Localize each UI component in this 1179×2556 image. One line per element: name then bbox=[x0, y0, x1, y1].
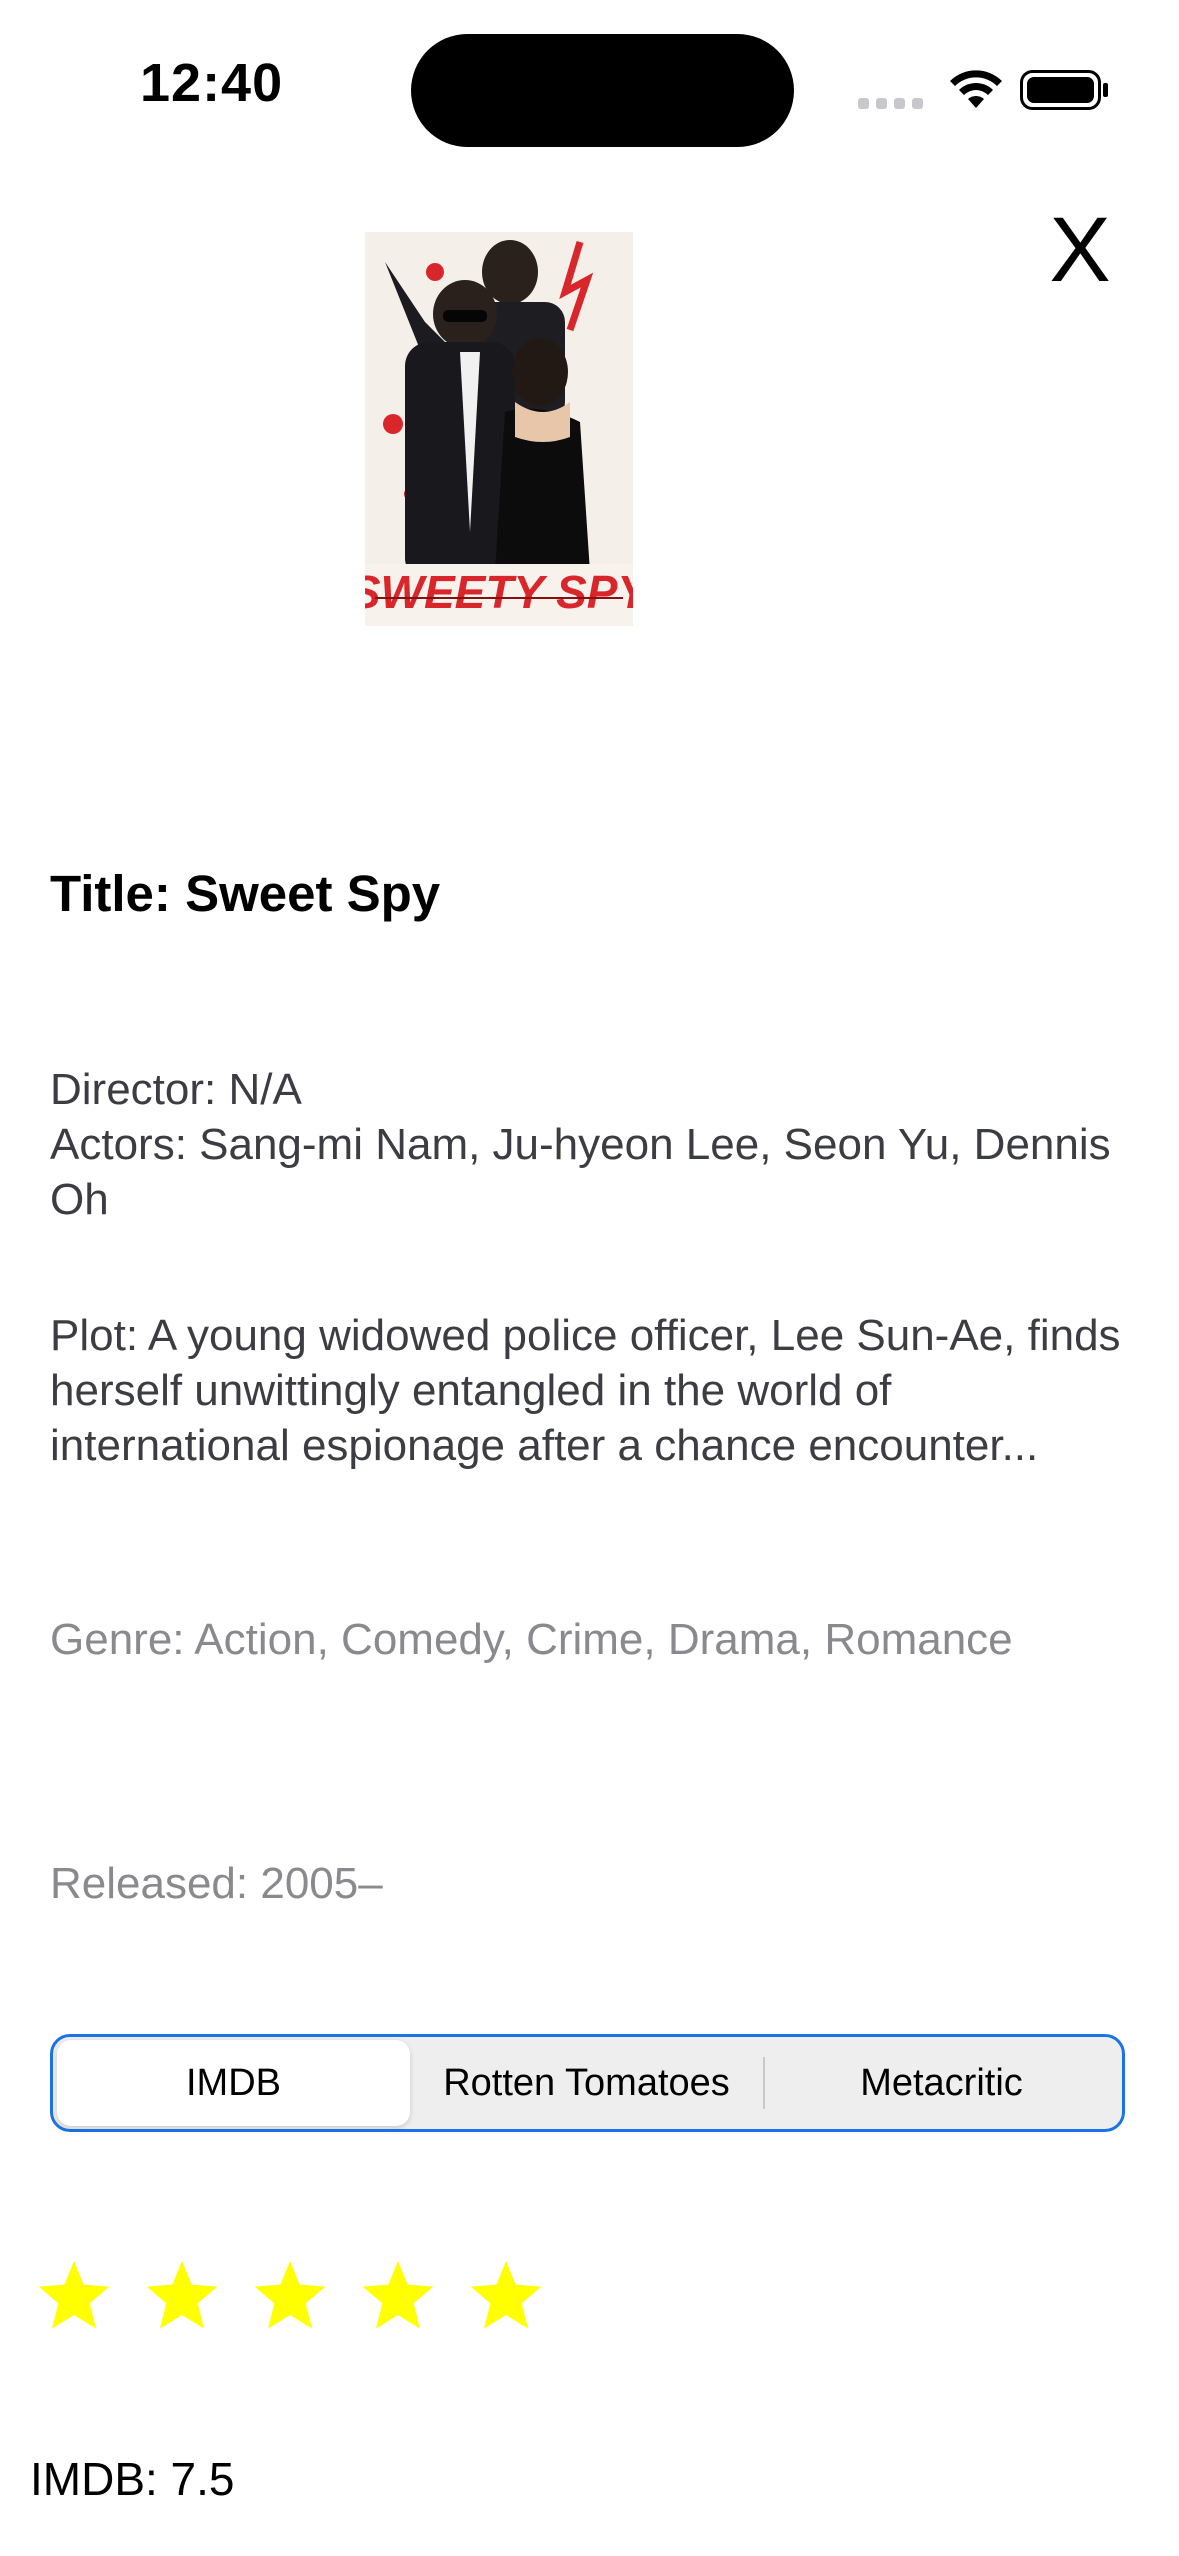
status-time: 12:40 bbox=[140, 53, 284, 113]
star-icon bbox=[38, 2261, 110, 2329]
star-icon bbox=[254, 2261, 326, 2329]
poster-title-art: SWEETY SPY bbox=[365, 566, 633, 618]
movie-detail-screen: 12:40 X SWEETY SP Title: Sweet Spy Direc… bbox=[0, 0, 1179, 2556]
ratings-source-segmented-control: IMDB Rotten Tomatoes Metacritic bbox=[50, 2034, 1125, 2132]
star-icon bbox=[362, 2261, 434, 2329]
segment-imdb[interactable]: IMDB bbox=[57, 2040, 410, 2126]
star-icon bbox=[470, 2261, 542, 2329]
movie-title: Title: Sweet Spy bbox=[50, 865, 441, 922]
segment-rotten-tomatoes[interactable]: Rotten Tomatoes bbox=[410, 2040, 763, 2126]
status-icons bbox=[858, 68, 1108, 112]
credits-block: Director: N/A Actors: Sang-mi Nam, Ju-hy… bbox=[50, 1062, 1130, 1227]
close-button[interactable]: X bbox=[1040, 200, 1120, 300]
wifi-icon bbox=[950, 70, 1002, 108]
rating-text: IMDB: 7.5 bbox=[30, 2453, 235, 2505]
genre-text: Genre: Action, Comedy, Crime, Drama, Rom… bbox=[50, 1615, 1013, 1664]
released-text: Released: 2005– bbox=[50, 1859, 383, 1908]
battery-icon bbox=[1020, 70, 1108, 110]
star-rating bbox=[34, 2256, 546, 2348]
cellular-signal-icon bbox=[858, 98, 928, 112]
dynamic-island bbox=[411, 34, 794, 147]
movie-poster: SWEETY SPY bbox=[365, 232, 633, 626]
director-text: Director: N/A bbox=[50, 1065, 302, 1114]
actors-text: Actors: Sang-mi Nam, Ju-hyeon Lee, Seon … bbox=[50, 1120, 1111, 1224]
segment-metacritic[interactable]: Metacritic bbox=[765, 2040, 1118, 2126]
star-icon bbox=[146, 2261, 218, 2329]
plot-text: Plot: A young widowed police officer, Le… bbox=[50, 1311, 1121, 1470]
